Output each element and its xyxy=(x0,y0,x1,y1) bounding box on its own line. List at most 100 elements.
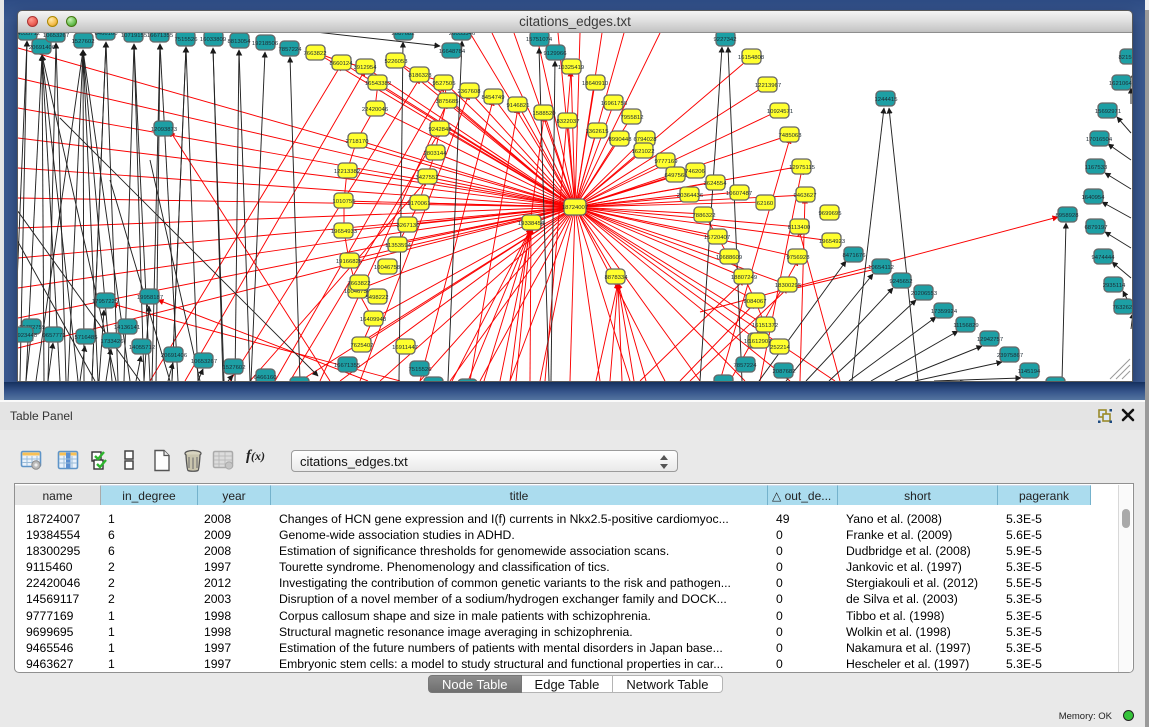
svg-text:8215953: 8215953 xyxy=(1119,55,1132,61)
svg-text:3624554: 3624554 xyxy=(704,181,728,187)
svg-text:12213382: 12213382 xyxy=(334,169,360,175)
svg-text:1244415: 1244415 xyxy=(875,97,899,103)
svg-text:8990448: 8990448 xyxy=(609,137,633,143)
svg-text:10654112: 10654112 xyxy=(868,265,894,271)
svg-text:16151372: 16151372 xyxy=(752,323,778,329)
svg-text:15692971: 15692971 xyxy=(1095,109,1121,115)
svg-text:9777169: 9777169 xyxy=(655,159,678,165)
svg-text:7857224: 7857224 xyxy=(279,47,303,53)
svg-text:11353594: 11353594 xyxy=(385,243,411,249)
svg-text:10924571: 10924571 xyxy=(767,109,793,115)
svg-text:12975115: 12975115 xyxy=(789,165,815,171)
svg-text:8113400: 8113400 xyxy=(788,225,811,231)
svg-text:14055712: 14055712 xyxy=(129,345,155,351)
svg-text:16911447: 16911447 xyxy=(392,345,418,351)
svg-text:1612907: 1612907 xyxy=(749,339,772,345)
svg-text:8454749: 8454749 xyxy=(482,95,505,101)
svg-text:19654923: 19654923 xyxy=(819,239,846,245)
svg-text:22420046: 22420046 xyxy=(362,107,389,113)
svg-text:18724007: 18724007 xyxy=(562,205,588,211)
svg-text:7632621: 7632621 xyxy=(1113,305,1132,311)
svg-text:9463627: 9463627 xyxy=(794,193,817,199)
svg-text:7663822: 7663822 xyxy=(304,51,327,57)
svg-text:16033809: 16033809 xyxy=(200,37,226,43)
svg-text:17957225: 17957225 xyxy=(92,299,119,305)
svg-text:1145194: 1145194 xyxy=(1018,369,1041,375)
svg-text:20691406: 20691406 xyxy=(29,45,56,51)
svg-text:3912954: 3912954 xyxy=(354,65,378,71)
svg-text:20206553: 20206553 xyxy=(911,291,938,297)
svg-text:7857224: 7857224 xyxy=(734,363,758,369)
svg-text:2803144: 2803144 xyxy=(424,151,448,157)
svg-text:62160: 62160 xyxy=(757,201,774,207)
svg-text:2087682: 2087682 xyxy=(773,369,796,375)
svg-text:16409948: 16409948 xyxy=(360,317,387,323)
svg-text:9129966: 9129966 xyxy=(544,51,568,57)
svg-text:16671355: 16671355 xyxy=(147,33,174,39)
svg-text:5498222: 5498222 xyxy=(366,295,389,301)
svg-text:9527505: 9527505 xyxy=(433,81,457,87)
svg-text:1010755: 1010755 xyxy=(333,199,357,205)
svg-text:1362615: 1362615 xyxy=(586,129,610,135)
svg-text:5716485: 5716485 xyxy=(75,335,99,341)
svg-text:9227342: 9227342 xyxy=(714,37,737,43)
svg-text:19218506: 19218506 xyxy=(252,41,279,47)
svg-text:1621022: 1621022 xyxy=(632,149,655,155)
svg-text:26053346: 26053346 xyxy=(449,33,476,37)
svg-text:6466160: 6466160 xyxy=(95,33,119,37)
svg-text:2718170: 2718170 xyxy=(346,139,370,145)
svg-text:12213967: 12213967 xyxy=(755,83,781,89)
svg-text:17016504: 17016504 xyxy=(1086,137,1113,143)
svg-text:9146821: 9146821 xyxy=(507,103,530,109)
svg-text:16961758: 16961758 xyxy=(601,101,628,107)
svg-text:9245652: 9245652 xyxy=(890,279,913,285)
svg-text:16543382: 16543382 xyxy=(365,81,391,87)
svg-text:12942757: 12942757 xyxy=(977,337,1003,343)
svg-text:10653267: 10653267 xyxy=(43,33,69,39)
svg-text:14136141: 14136141 xyxy=(114,325,140,331)
svg-text:9242848: 9242848 xyxy=(429,127,453,133)
svg-text:8471676: 8471676 xyxy=(843,253,867,259)
svg-text:9699695: 9699695 xyxy=(819,211,843,217)
svg-text:7663822: 7663822 xyxy=(348,281,371,287)
svg-text:15751074: 15751074 xyxy=(526,37,553,43)
svg-text:16154808: 16154808 xyxy=(738,55,765,61)
svg-text:10046758: 10046758 xyxy=(374,265,401,271)
svg-text:17359924: 17359924 xyxy=(931,309,958,315)
svg-text:6879197: 6879197 xyxy=(1085,225,1108,231)
svg-text:20364436: 20364436 xyxy=(677,193,704,199)
svg-text:9084067: 9084067 xyxy=(744,299,767,305)
svg-text:10607487: 10607487 xyxy=(726,191,752,197)
svg-text:7515526: 7515526 xyxy=(175,37,199,43)
svg-text:3267130: 3267130 xyxy=(397,223,421,229)
svg-text:23975867: 23975867 xyxy=(997,353,1023,359)
svg-text:8813054: 8813054 xyxy=(228,39,252,45)
svg-text:18300295: 18300295 xyxy=(775,283,802,289)
svg-text:11156829: 11156829 xyxy=(953,323,978,329)
svg-text:12923448: 12923448 xyxy=(18,333,38,339)
svg-text:8186328: 8186328 xyxy=(409,73,433,79)
svg-text:10325419: 10325419 xyxy=(558,65,584,71)
svg-text:18807249: 18807249 xyxy=(731,275,757,281)
svg-text:7485063: 7485063 xyxy=(779,133,803,139)
svg-text:20691406: 20691406 xyxy=(161,353,188,359)
svg-text:1167533: 1167533 xyxy=(1085,165,1108,171)
svg-text:8660124: 8660124 xyxy=(330,61,354,67)
svg-text:1588520: 1588520 xyxy=(533,111,557,117)
svg-text:9657771: 9657771 xyxy=(43,333,66,339)
svg-text:7515526: 7515526 xyxy=(409,367,433,373)
svg-text:9170061: 9170061 xyxy=(408,201,431,207)
svg-text:12093873: 12093873 xyxy=(151,127,178,133)
svg-text:8322037: 8322037 xyxy=(557,119,580,125)
svg-text:10719155: 10719155 xyxy=(121,33,148,39)
svg-text:19166825: 19166825 xyxy=(336,259,363,265)
svg-text:16210643: 16210643 xyxy=(1109,81,1132,87)
svg-text:14055712: 14055712 xyxy=(18,33,40,37)
svg-text:16648784: 16648784 xyxy=(439,49,466,55)
svg-text:7886322: 7886322 xyxy=(693,213,716,219)
svg-text:16671355: 16671355 xyxy=(334,363,361,369)
svg-text:2935114: 2935114 xyxy=(1103,283,1126,289)
svg-text:10653267: 10653267 xyxy=(191,359,217,365)
svg-text:9474444: 9474444 xyxy=(1092,255,1116,261)
svg-text:6466160: 6466160 xyxy=(254,375,278,381)
